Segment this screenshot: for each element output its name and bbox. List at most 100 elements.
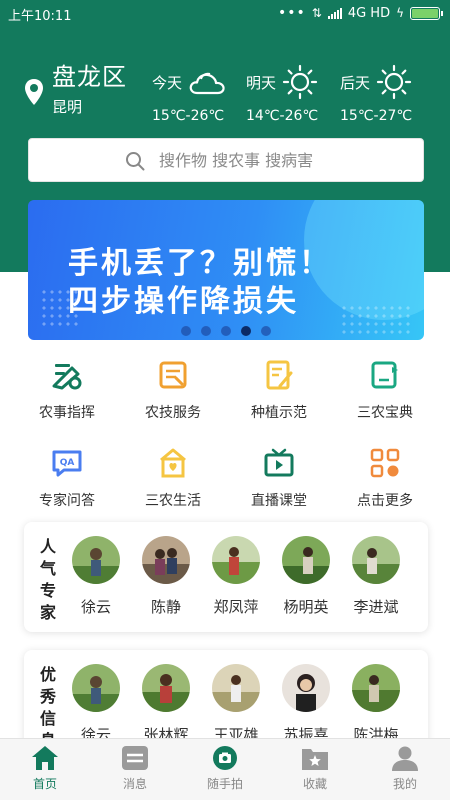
charging-icon: ϟ xyxy=(396,6,404,20)
avatar xyxy=(212,536,260,584)
search-input[interactable] xyxy=(159,150,409,170)
favorite-icon xyxy=(302,749,328,770)
menu-planting-demo[interactable]: 种植示范 xyxy=(226,352,332,428)
district-name: 盘龙区 xyxy=(52,63,127,91)
avatar xyxy=(142,536,190,584)
avatar xyxy=(282,536,330,584)
avatar xyxy=(352,536,400,584)
profile-icon xyxy=(392,746,418,771)
search-bar[interactable] xyxy=(28,138,424,182)
informant-item[interactable]: 张林辉 xyxy=(142,664,190,745)
pager-dot[interactable] xyxy=(241,326,251,336)
menu-label: 三农生活 xyxy=(145,493,201,509)
banner-subheadline: 四步操作降损失 xyxy=(68,284,299,319)
message-icon xyxy=(122,746,148,770)
status-indicators: ••• ⇅ 4G HD ϟ xyxy=(277,5,443,21)
informant-item[interactable]: 陈洪梅 xyxy=(352,664,400,745)
avatar xyxy=(352,664,400,712)
expert-item[interactable]: 李进斌 xyxy=(352,536,400,617)
menu-expert-qa[interactable]: QA 专家问答 xyxy=(14,440,120,516)
avatar xyxy=(142,664,190,712)
cloudy-icon xyxy=(189,72,225,95)
menu-farm-command[interactable]: 农事指挥 xyxy=(14,352,120,428)
signal-icon xyxy=(327,7,342,19)
informant-list: 徐云 张林辉 王亚雄 苏振喜 陈洪梅 xyxy=(72,664,400,745)
weather-temp: 15℃-27℃ xyxy=(340,108,413,124)
weather-day-label: 今天 xyxy=(152,73,183,92)
weather-today: 今天 15℃-26℃ xyxy=(152,62,242,124)
avatar xyxy=(212,664,260,712)
menu-label: 专家问答 xyxy=(39,493,95,509)
tab-label: 随手拍 xyxy=(206,777,243,791)
location-pin-icon xyxy=(25,79,43,105)
expert-name: 杨明英 xyxy=(283,598,329,616)
menu-tech-service[interactable]: 农技服务 xyxy=(120,352,226,428)
promo-banner[interactable]: 手机丢了？别慌！ 四步操作降损失 xyxy=(28,200,424,340)
menu-label: 直播课堂 xyxy=(251,493,307,509)
tab-profile[interactable]: 我的 xyxy=(360,739,450,800)
svg-text:QA: QA xyxy=(60,458,75,468)
sunny-icon xyxy=(376,64,412,100)
status-bar: 上午10:11 ••• ⇅ 4G HD ϟ xyxy=(0,0,450,26)
tech-service-icon xyxy=(159,361,187,389)
planting-demo-icon xyxy=(266,360,293,390)
vibrate-icon: ⇅ xyxy=(311,6,322,20)
camera-icon xyxy=(213,746,237,770)
menu-label: 农技服务 xyxy=(145,405,201,421)
expert-item[interactable]: 陈静 xyxy=(142,536,190,617)
status-time: 上午10:11 xyxy=(8,9,72,24)
weather-day-label: 明天 xyxy=(246,73,277,92)
menu-rural-life[interactable]: 三农生活 xyxy=(120,440,226,516)
more-icon xyxy=(370,448,400,478)
rural-life-icon xyxy=(160,448,186,478)
menu-label: 点击更多 xyxy=(357,493,413,509)
tab-messages[interactable]: 消息 xyxy=(90,739,180,800)
expert-item[interactable]: 郑凤萍 xyxy=(212,536,260,617)
popular-experts-card: 人气专家 徐云 陈静 郑凤萍 杨明英 李进斌 xyxy=(24,522,428,632)
expert-name: 郑凤萍 xyxy=(213,598,259,616)
menu-label: 农事指挥 xyxy=(39,405,95,421)
home-icon xyxy=(32,746,58,770)
banner-pager[interactable] xyxy=(28,326,424,336)
weather-tomorrow: 明天 14℃-26℃ xyxy=(246,62,336,124)
menu-live-class[interactable]: 直播课堂 xyxy=(226,440,332,516)
expert-item[interactable]: 杨明英 xyxy=(282,536,330,617)
sunny-icon xyxy=(282,64,318,100)
search-icon xyxy=(126,152,145,171)
menu-label: 三农宝典 xyxy=(357,405,413,421)
expert-list: 徐云 陈静 郑凤萍 杨明英 李进斌 xyxy=(72,536,400,617)
expert-name: 徐云 xyxy=(80,598,111,616)
pager-dot[interactable] xyxy=(261,326,271,336)
tab-snapshot[interactable]: 随手拍 xyxy=(180,739,270,800)
avatar xyxy=(72,536,120,584)
expert-name: 陈静 xyxy=(150,598,181,616)
qa-icon: QA xyxy=(52,450,82,477)
informant-item[interactable]: 苏振喜 xyxy=(282,664,330,745)
battery-icon xyxy=(410,6,443,20)
tab-favorites[interactable]: 收藏 xyxy=(270,739,360,800)
informant-item[interactable]: 徐云 xyxy=(72,664,120,745)
expert-item[interactable]: 徐云 xyxy=(72,536,120,617)
menu-more[interactable]: 点击更多 xyxy=(332,440,438,516)
network-label: 4G HD xyxy=(347,5,391,21)
weather-temp: 14℃-26℃ xyxy=(246,108,319,124)
expert-name: 李进斌 xyxy=(353,598,399,616)
pager-dot[interactable] xyxy=(181,326,191,336)
farm-command-icon xyxy=(52,364,82,390)
weather-day-label: 后天 xyxy=(340,73,371,92)
bottom-tab-bar: 首页 消息 随手拍 收藏 我的 xyxy=(0,738,450,800)
menu-label: 种植示范 xyxy=(251,405,307,421)
avatar xyxy=(282,664,330,712)
feature-grid: 农事指挥 农技服务 种植示范 三农宝典 QA 专家问答 三农生活 直播课堂 点击… xyxy=(14,352,438,516)
live-class-icon xyxy=(264,448,294,477)
handbook-icon xyxy=(371,361,398,389)
pager-dot[interactable] xyxy=(221,326,231,336)
location-block[interactable]: 盘龙区 昆明 xyxy=(24,62,127,117)
menu-handbook[interactable]: 三农宝典 xyxy=(332,352,438,428)
tab-home[interactable]: 首页 xyxy=(0,739,90,800)
tab-label: 消息 xyxy=(122,777,147,791)
more-dots-icon: ••• xyxy=(277,5,306,21)
weather-day-after: 后天 15℃-27℃ xyxy=(340,62,430,124)
informant-item[interactable]: 王亚雄 xyxy=(212,664,260,745)
pager-dot[interactable] xyxy=(201,326,211,336)
